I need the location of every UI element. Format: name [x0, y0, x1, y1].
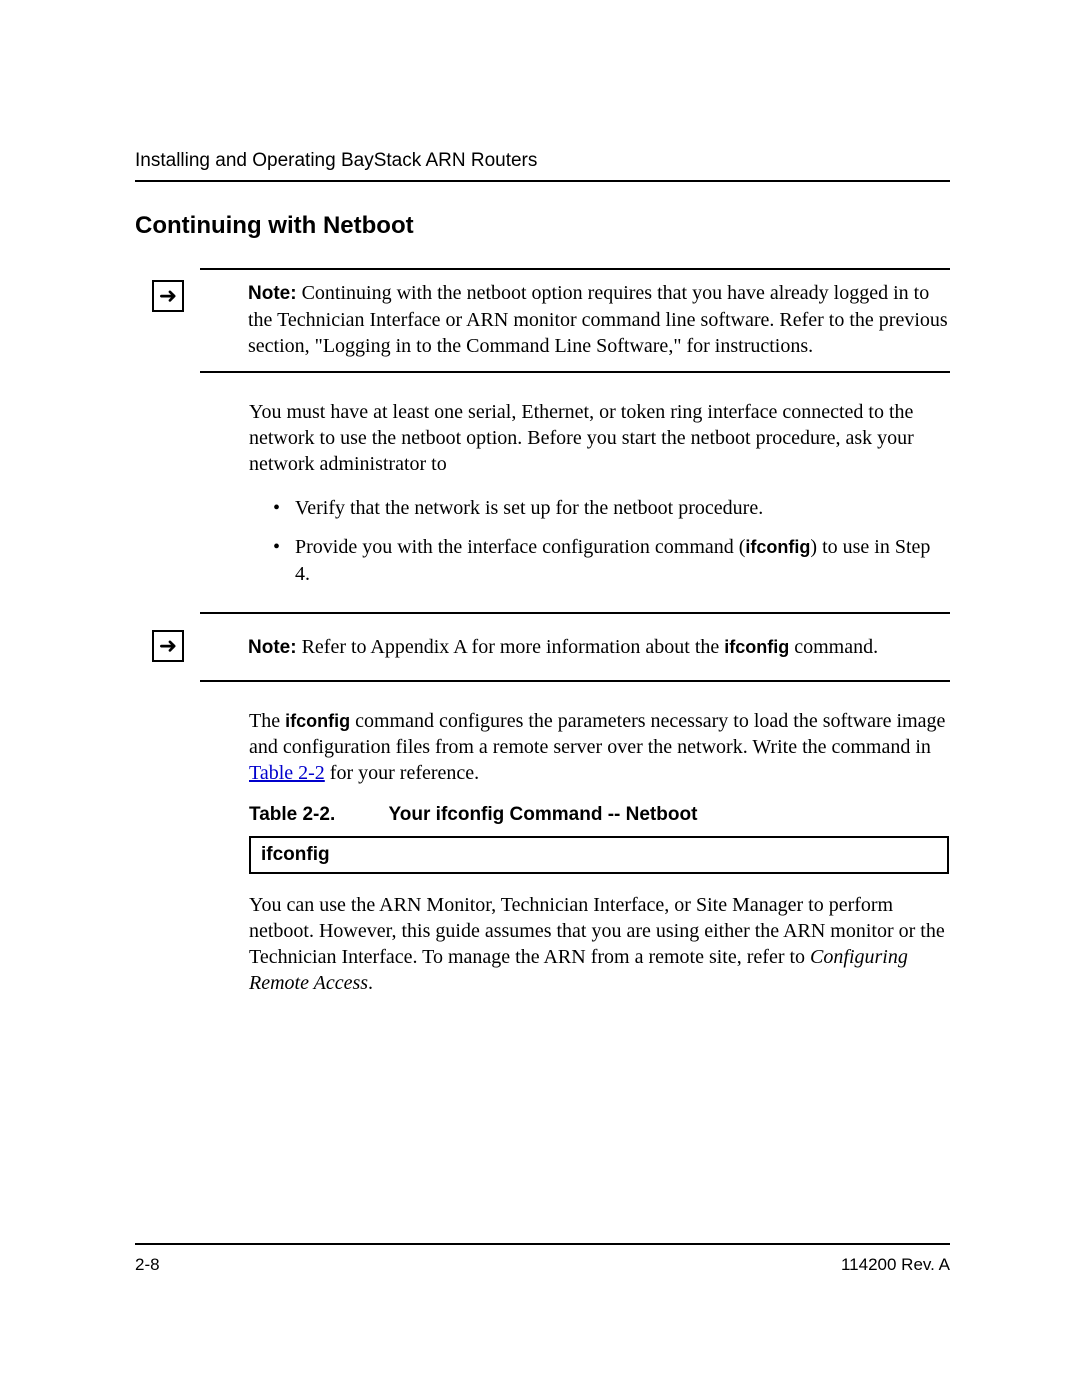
p2-t1: The	[249, 710, 285, 732]
caption-title: Your ifconfig Command -- Netboot	[389, 804, 698, 825]
table-cell: ifconfig	[250, 837, 948, 873]
bullet-list: Verify that the network is set up for th…	[273, 495, 950, 588]
caption-label: Table 2-2.	[249, 804, 335, 825]
list-text-before: Provide you with the interface configura…	[295, 536, 745, 558]
list-bold: ifconfig	[745, 537, 810, 557]
note-block-1: ➜ Note: Continuing with the netboot opti…	[200, 268, 950, 373]
footer: 2-8 114200 Rev. A	[135, 1243, 950, 1275]
p2-t3: for your reference.	[325, 762, 479, 784]
p2-bold: ifconfig	[285, 711, 350, 731]
arrow-icon: ➜	[152, 280, 184, 312]
note-bold: ifconfig	[724, 637, 789, 657]
note-before: Refer to Appendix A for more information…	[302, 636, 725, 658]
table-link[interactable]: Table 2-2	[249, 762, 325, 784]
paragraph-3: You can use the ARN Monitor, Technician …	[249, 892, 950, 996]
paragraph-2: The ifconfig command configures the para…	[249, 708, 950, 786]
ifconfig-table: ifconfig	[249, 836, 949, 874]
note-block-2: ➜ Note: Refer to Appendix A for more inf…	[200, 612, 950, 683]
list-item: Verify that the network is set up for th…	[273, 495, 950, 522]
running-head: Installing and Operating BayStack ARN Ro…	[135, 150, 950, 182]
list-item: Provide you with the interface configura…	[273, 534, 950, 588]
note-label: Note:	[248, 283, 297, 304]
note-after: command.	[789, 636, 878, 658]
page: Installing and Operating BayStack ARN Ro…	[0, 0, 1080, 996]
p3-t2: .	[368, 972, 373, 994]
note-body: Continuing with the netboot option requi…	[248, 282, 948, 357]
note-text-2: Note: Refer to Appendix A for more infor…	[248, 634, 950, 661]
note-text-1: Note: Continuing with the netboot option…	[248, 280, 950, 359]
page-number: 2-8	[135, 1255, 160, 1275]
note-label: Note:	[248, 637, 297, 658]
list-text: Verify that the network is set up for th…	[295, 497, 763, 519]
doc-rev: 114200 Rev. A	[841, 1255, 950, 1275]
table-row: ifconfig	[250, 837, 948, 873]
section-title: Continuing with Netboot	[135, 212, 950, 240]
p2-t2: command configures the parameters necess…	[249, 710, 945, 758]
arrow-icon: ➜	[152, 630, 184, 662]
paragraph-1: You must have at least one serial, Ether…	[249, 399, 950, 477]
table-caption: Table 2-2. Your ifconfig Command -- Netb…	[249, 804, 950, 826]
